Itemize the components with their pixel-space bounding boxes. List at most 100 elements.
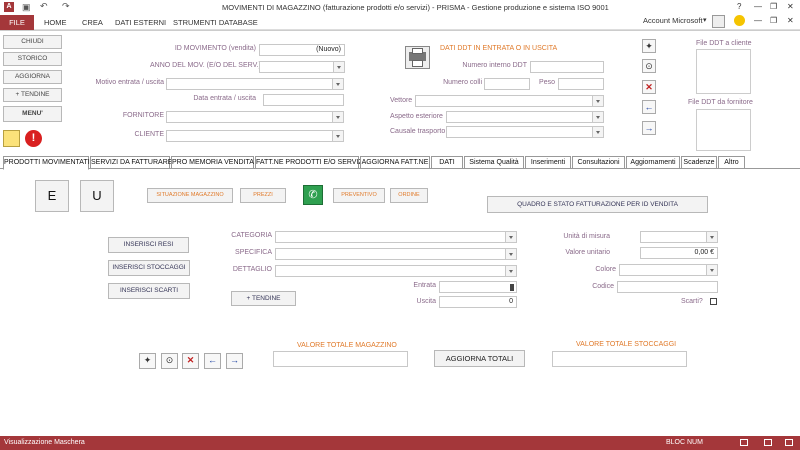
aggiorna-button[interactable]: AGGIORNA: [3, 70, 62, 84]
menu-button[interactable]: MENU': [3, 106, 62, 122]
scarti-checkbox[interactable]: [710, 298, 717, 305]
window-title: MOVIMENTI DI MAGAZZINO (fatturazione pro…: [222, 3, 609, 12]
dettaglio-select[interactable]: [275, 265, 517, 277]
account-label[interactable]: Account Microsoft: [643, 16, 703, 25]
next-record-icon[interactable]: →: [642, 121, 656, 135]
tab-prodotti-movimentati[interactable]: PRODOTTI MOVIMENTATI: [3, 156, 90, 170]
id-movimento-field[interactable]: (Nuovo): [259, 44, 345, 56]
binoculars-icon[interactable]: ⊙: [642, 59, 656, 73]
avatar[interactable]: [712, 15, 725, 28]
previous-record-icon[interactable]: ←: [642, 100, 656, 114]
form-view-icon[interactable]: [740, 439, 748, 446]
alert-icon[interactable]: !: [25, 130, 42, 147]
tab-inserimenti[interactable]: Inserimenti: [525, 156, 571, 169]
smiley-icon[interactable]: [734, 15, 745, 26]
id-movimento-label: ID MOVIMENTO (vendita): [174, 45, 256, 52]
new-record-icon[interactable]: ✦: [642, 39, 656, 53]
redo-icon[interactable]: ↷: [62, 1, 70, 12]
bottom-next-record-icon[interactable]: →: [226, 353, 243, 369]
ribbon-tab-dati-esterni[interactable]: DATI ESTERNI: [115, 18, 166, 27]
quadro-fatturazione-button[interactable]: QUADRO E STATO FATTURAZIONE PER ID VENDI…: [487, 196, 708, 213]
printer-icon[interactable]: [405, 46, 430, 69]
inserisci-resi-button[interactable]: INSERISCI RESI: [108, 237, 189, 253]
uscita-field[interactable]: 0: [439, 296, 517, 308]
ribbon-tab-crea[interactable]: CREA: [82, 18, 103, 27]
bottom-previous-record-icon[interactable]: ←: [204, 353, 221, 369]
tab-dati[interactable]: DATI: [431, 156, 463, 169]
inserisci-scarti-button[interactable]: INSERISCI SCARTI: [108, 283, 190, 299]
numero-colli-field[interactable]: [484, 78, 530, 90]
causale-select[interactable]: [446, 126, 604, 138]
data-label: Data entrata / uscita: [193, 95, 256, 102]
prezzi-button[interactable]: PREZZI: [240, 188, 286, 203]
ordine-button[interactable]: ORDINE: [390, 188, 428, 203]
title-bar: A ▣ ↶ ↷ MOVIMENTI DI MAGAZZINO (fatturaz…: [0, 0, 800, 15]
e-button[interactable]: E: [35, 180, 69, 212]
ddt-title: DATI DDT IN ENTRATA O IN USCITA: [440, 45, 558, 52]
fornitore-select[interactable]: [166, 111, 344, 123]
categoria-select[interactable]: [275, 231, 517, 243]
tab-scadenze[interactable]: Scadenze: [681, 156, 717, 169]
storico-button[interactable]: STORICO: [3, 52, 62, 66]
preventivo-button[interactable]: PREVENTIVO: [333, 188, 385, 203]
undo-icon[interactable]: ↶: [40, 1, 48, 12]
cliente-select[interactable]: [166, 130, 344, 142]
inserisci-stoccaggi-button[interactable]: INSERISCI STOCCAGGI: [108, 260, 190, 276]
tab-aggiornamenti[interactable]: Aggiornamenti: [626, 156, 680, 169]
chevron-down-icon[interactable]: ▾: [703, 16, 707, 24]
colore-select[interactable]: [619, 264, 718, 276]
ribbon-restore-button[interactable]: ❐: [770, 16, 777, 25]
datasheet-view-icon[interactable]: [764, 439, 772, 446]
specifica-select[interactable]: [275, 248, 517, 260]
file-tab[interactable]: FILE: [0, 15, 34, 30]
entrata-field[interactable]: [439, 281, 517, 293]
vettore-select[interactable]: [415, 95, 604, 107]
note-icon[interactable]: [3, 130, 20, 147]
dettaglio-label: DETTAGLIO: [232, 266, 272, 273]
phone-icon[interactable]: ✆: [303, 185, 323, 205]
ribbon-close-button[interactable]: ✕: [787, 16, 794, 25]
entrata-spinner-icon[interactable]: [510, 284, 514, 291]
design-view-icon[interactable]: [785, 439, 793, 446]
restore-button[interactable]: ❐: [770, 2, 777, 11]
valore-unitario-label: Valore unitario: [565, 249, 610, 256]
numero-ddt-field[interactable]: [530, 61, 604, 73]
tab-aggiorna-fatturazione[interactable]: AGGIORNA FATT.NE: [360, 156, 430, 169]
minimize-button[interactable]: —: [754, 2, 762, 11]
anno-select[interactable]: [259, 61, 345, 73]
bottom-delete-record-icon[interactable]: ✕: [182, 353, 199, 369]
help-button[interactable]: ?: [737, 2, 741, 11]
motivo-select[interactable]: [166, 78, 344, 90]
delete-record-icon[interactable]: ✕: [642, 80, 656, 94]
tab-consultazioni[interactable]: Consultazioni: [572, 156, 625, 169]
file-ddt-fornitore-box[interactable]: [696, 109, 751, 151]
ribbon-minimize-button[interactable]: —: [754, 16, 762, 25]
tendine-side-button[interactable]: + TENDINE: [3, 88, 62, 102]
tendine-button[interactable]: + TENDINE: [231, 291, 296, 306]
unita-misura-select[interactable]: [640, 231, 718, 243]
close-button[interactable]: ✕: [787, 2, 794, 11]
file-ddt-cliente-box[interactable]: [696, 49, 751, 94]
aspetto-select[interactable]: [446, 111, 604, 123]
bottom-new-record-icon[interactable]: ✦: [139, 353, 156, 369]
codice-field[interactable]: [617, 281, 718, 293]
valore-unitario-field[interactable]: 0,00 €: [640, 247, 718, 259]
ribbon-tab-home[interactable]: HOME: [44, 18, 67, 27]
codice-label: Codice: [592, 283, 614, 290]
save-icon[interactable]: ▣: [22, 2, 31, 13]
situazione-magazzino-button[interactable]: SITUAZIONE MAGAZZINO: [147, 188, 233, 203]
ribbon-tab-strumenti[interactable]: STRUMENTI DATABASE: [173, 18, 258, 27]
aggiorna-totali-button[interactable]: AGGIORNA TOTALI: [434, 350, 525, 367]
data-field[interactable]: [263, 94, 344, 106]
peso-field[interactable]: [558, 78, 604, 90]
tab-sistema-qualita[interactable]: Sistema Qualità: [464, 156, 524, 169]
file-ddt-fornitore-label: File DDT da fornitore: [688, 99, 753, 106]
tab-altro[interactable]: Altro: [718, 156, 745, 169]
motivo-label: Motivo entrata / uscita: [95, 79, 164, 86]
bottom-binoculars-icon[interactable]: ⊙: [161, 353, 178, 369]
chiudi-button[interactable]: CHIUDI: [3, 35, 62, 49]
u-button[interactable]: U: [80, 180, 114, 212]
tab-servizi-da-fatturare[interactable]: SERVIZI DA FATTURARE: [90, 156, 172, 169]
tab-fatturazione[interactable]: FATT.NE PRODOTTI E/O SERVIZI: [255, 156, 365, 169]
tab-pro-memoria-vendita[interactable]: PRO MEMORIA VENDITA: [171, 156, 254, 169]
